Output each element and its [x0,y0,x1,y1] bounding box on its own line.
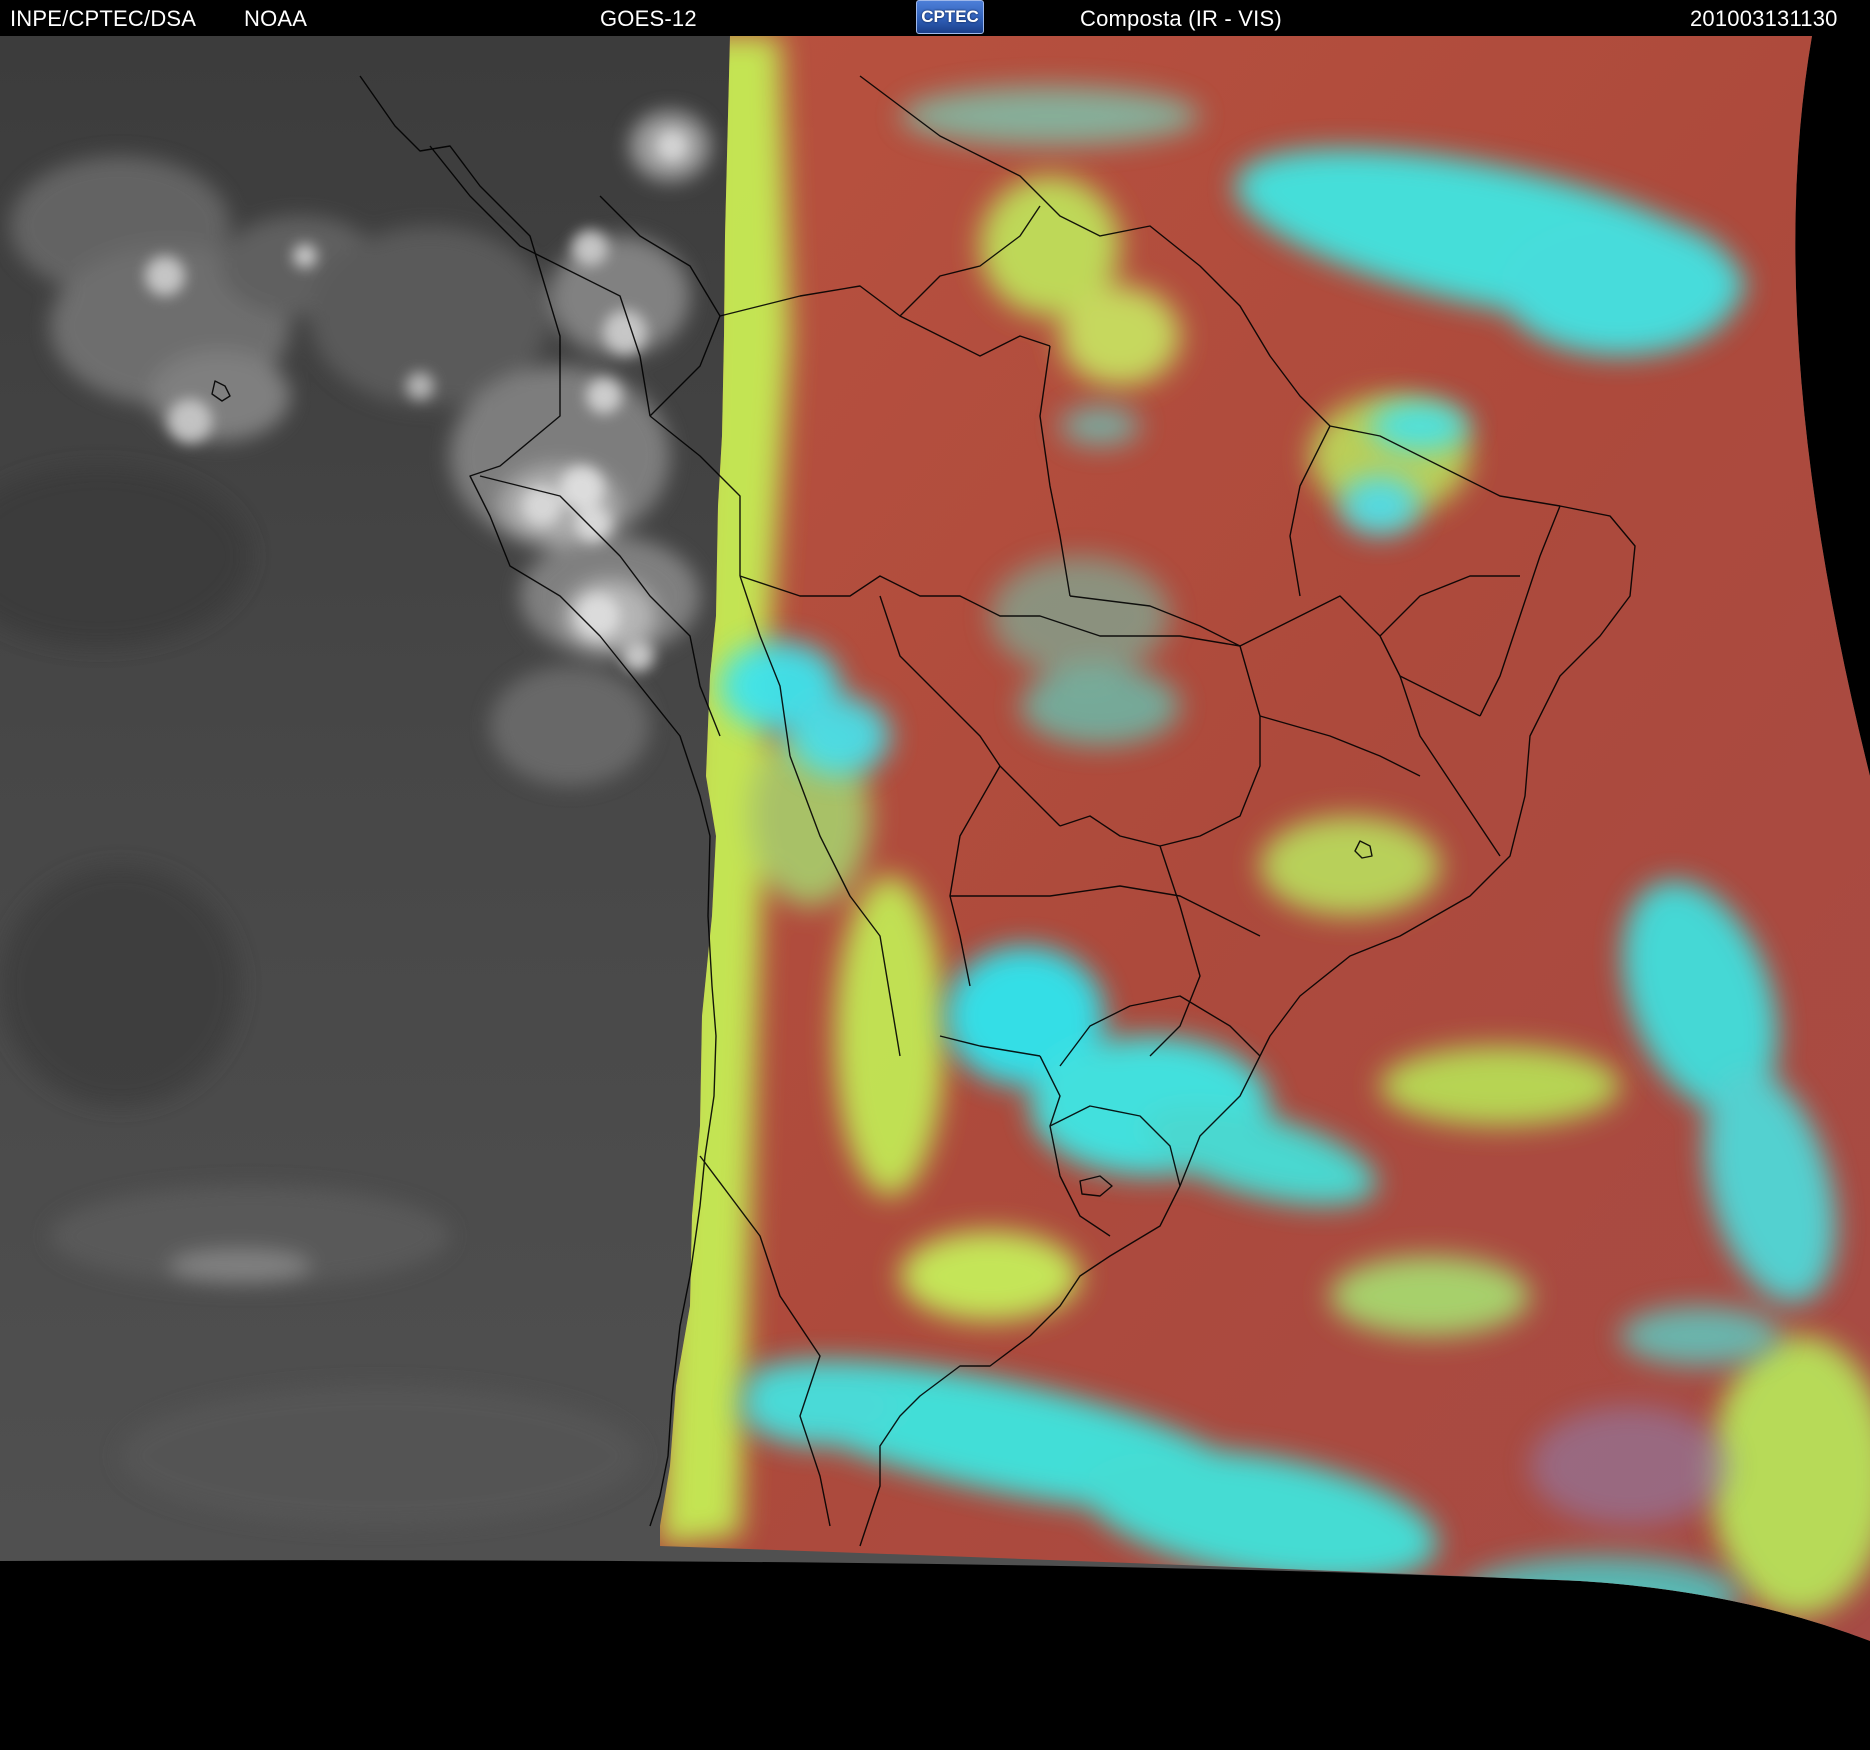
cptec-logo: CPTEC [916,0,984,34]
composite-region [660,36,1870,1641]
satellite-composite-svg [0,36,1870,1750]
provider-label: NOAA [244,6,308,31]
timestamp-label: 201003131130 [1690,6,1838,31]
satellite-label: GOES-12 [600,6,697,31]
product-label: Composta (IR - VIS) [1080,6,1282,31]
logo-text: CPTEC [921,7,979,26]
satellite-image [0,36,1870,1750]
header-bar: INPE/CPTEC/DSA NOAA GOES-12 CPTEC Compos… [0,0,1870,36]
agency-label: INPE/CPTEC/DSA [10,6,197,31]
